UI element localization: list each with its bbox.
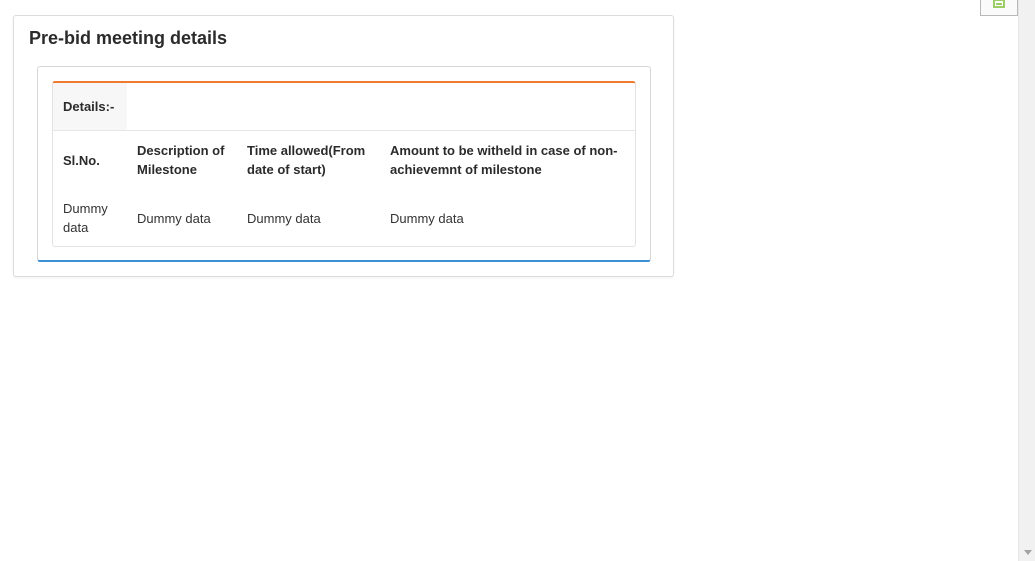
details-header: Details:- [53, 83, 127, 130]
pre-bid-meeting-card: Pre-bid meeting details Details:- Sl.No.… [13, 15, 674, 277]
document-icon [993, 0, 1005, 8]
vertical-scrollbar[interactable] [1018, 0, 1035, 561]
table-cell-amount-withheld: Dummy data [390, 210, 464, 226]
inner-panel: Details:- Sl.No. Description of Mileston… [37, 66, 651, 262]
page-title: Pre-bid meeting details [29, 28, 228, 48]
milestone-table: Sl.No. Description of Milestone Time all… [53, 131, 635, 246]
page: Pre-bid meeting details Details:- Sl.No.… [0, 0, 1035, 561]
details-label: Details:- [63, 99, 115, 114]
table-row: Dummy data Dummy data Dummy data Dummy d… [53, 189, 635, 246]
column-header-description: Description of Milestone [137, 143, 225, 177]
scroll-down-arrow-icon[interactable] [1024, 550, 1032, 555]
table-cell-time-allowed: Dummy data [247, 210, 321, 226]
column-header-time-allowed: Time allowed(From date of start) [247, 143, 366, 177]
column-header-sl-no: Sl.No. [63, 152, 100, 168]
details-box: Details:- Sl.No. Description of Mileston… [52, 81, 636, 247]
column-header-amount-withheld: Amount to be witheld in case of non-achi… [390, 143, 618, 177]
table-header-row: Sl.No. Description of Milestone Time all… [53, 131, 635, 189]
table-cell-description: Dummy data [137, 210, 211, 226]
table-cell-sl-no: Dummy data [63, 201, 108, 235]
corner-widget-button[interactable] [980, 0, 1018, 16]
